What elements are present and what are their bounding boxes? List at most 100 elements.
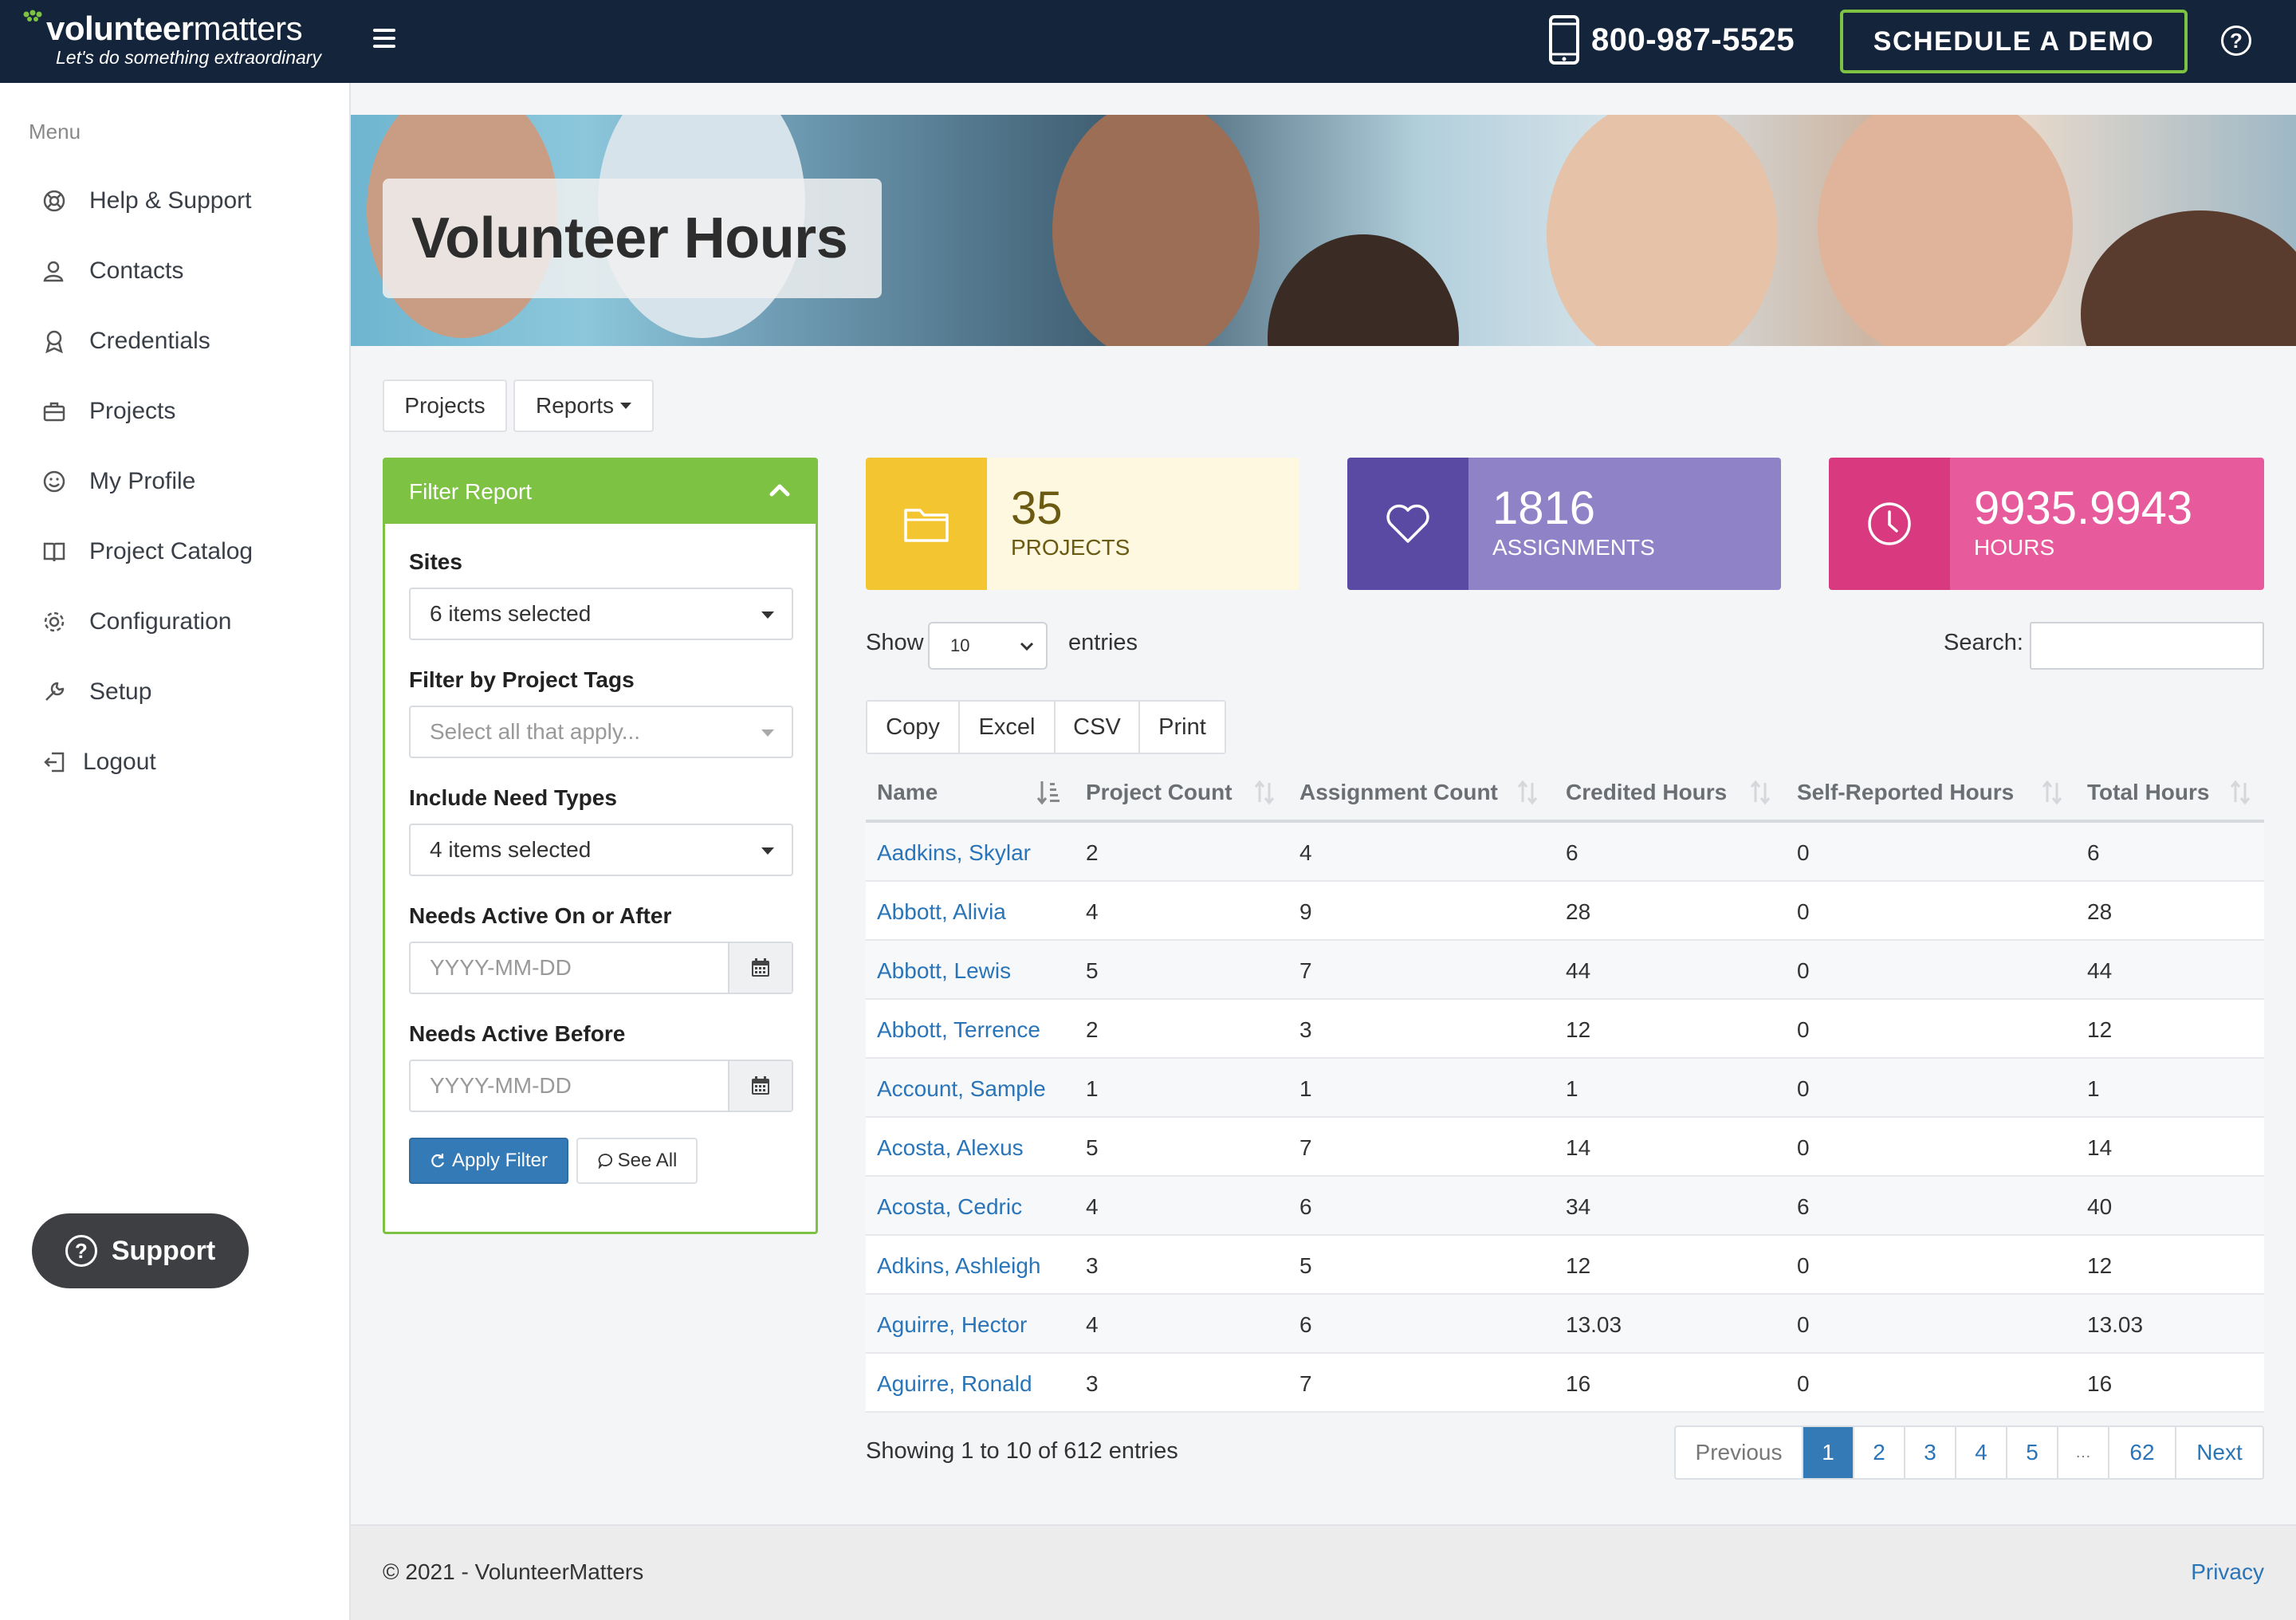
volunteer-name-link[interactable]: Abbott, Terrence [877,1017,1040,1043]
column-header-credited-hours[interactable]: Credited Hours [1566,780,1727,805]
privacy-link[interactable]: Privacy [2191,1559,2264,1585]
self-reported-hours-cell: 0 [1797,1253,1810,1278]
active-before-date-field [409,1060,793,1112]
sidebar-item-label: My Profile [89,468,196,494]
tab-reports[interactable]: Reports [513,379,654,432]
calendar-icon[interactable] [728,1061,792,1111]
banner-photo-person [2081,210,2296,346]
csv-button[interactable]: CSV [1056,702,1140,753]
sidebar-item-label: Configuration [89,608,232,635]
sidebar-item-setup[interactable]: Setup [40,668,151,716]
assignment-count-cell: 7 [1299,1135,1312,1160]
sort-icon[interactable] [2041,780,2063,805]
logo[interactable]: volunteermatters Let's do something extr… [22,10,321,69]
volunteer-name-link[interactable]: Aguirre, Ronald [877,1371,1032,1397]
page-button-2[interactable]: 2 [1854,1427,1905,1478]
volunteer-name-link[interactable]: Acosta, Cedric [877,1194,1022,1220]
sites-select[interactable]: 6 items selected [409,588,793,640]
credited-hours-cell: 12 [1566,1253,1591,1278]
sidebar-item-project-catalog[interactable]: Project Catalog [40,528,253,576]
show-label: Show [866,630,924,655]
refresh-icon [431,1154,445,1168]
sort-icon[interactable] [1516,780,1539,805]
previous-page-button[interactable]: Previous [1676,1427,1803,1478]
sidebar-item-logout[interactable]: Logout [40,738,156,786]
page-button-1[interactable]: 1 [1803,1427,1854,1478]
next-page-button[interactable]: Next [2176,1427,2263,1478]
copyright-text: © 2021 - VolunteerMatters [383,1559,644,1584]
column-header-assignment-count[interactable]: Assignment Count [1299,780,1498,805]
phone-contact[interactable]: 800-987-5525 [1548,14,1795,65]
sort-icon[interactable] [2229,780,2251,805]
sort-icon[interactable] [1749,780,1771,805]
credited-hours-cell: 14 [1566,1135,1591,1160]
copy-button[interactable]: Copy [867,702,960,753]
chevron-down-icon [1020,642,1034,651]
sidebar-item-contacts[interactable]: Contacts [40,247,183,295]
print-button[interactable]: Print [1140,702,1225,753]
sidebar-item-help-support[interactable]: Help & Support [40,177,251,225]
page-button-62[interactable]: 62 [2109,1427,2176,1478]
filter-panel-header[interactable]: Filter Report [385,460,816,524]
project-count-cell: 1 [1086,1076,1099,1101]
excel-button[interactable]: Excel [960,702,1056,753]
active-before-input[interactable] [411,1061,729,1111]
calendar-icon[interactable] [728,943,792,993]
volunteer-name-link[interactable]: Aguirre, Hector [877,1312,1027,1338]
sidebar-item-configuration[interactable]: Configuration [40,598,231,646]
footer: © 2021 - VolunteerMatters Privacy [351,1524,2296,1620]
support-button[interactable]: ? Support [32,1213,249,1288]
chevron-up-icon[interactable] [769,482,790,497]
active-after-input[interactable] [411,943,729,993]
sidebar-item-credentials[interactable]: Credentials [40,317,210,365]
column-header-name[interactable]: Name [877,780,938,805]
total-hours-cell: 28 [2087,899,2113,924]
page-button-4[interactable]: 4 [1956,1427,2007,1478]
need-types-select[interactable]: 4 items selected [409,824,793,876]
page-button-3[interactable]: 3 [1905,1427,1956,1478]
page-button-5[interactable]: 5 [2007,1427,2058,1478]
tab-projects[interactable]: Projects [383,379,507,432]
table-row: Aguirre, Hector 4 6 13.03 0 13.03 [866,1295,2264,1354]
self-reported-hours-cell: 0 [1797,840,1810,865]
see-all-button[interactable]: See All [576,1138,698,1184]
schedule-demo-button[interactable]: SCHEDULE A DEMO [1840,10,2188,73]
search-input[interactable] [2030,622,2264,670]
search-label: Search: [1944,630,2023,655]
assignment-count-cell: 3 [1299,1017,1312,1042]
volunteer-name-link[interactable]: Abbott, Lewis [877,958,1011,984]
table-body: Aadkins, Skylar 2 4 6 0 6 Abbott, Alivia… [866,823,2264,1413]
assignments-count: 1816 [1492,482,1596,534]
sort-icon[interactable] [1253,780,1276,805]
volunteer-name-link[interactable]: Account, Sample [877,1076,1046,1102]
sidebar-item-my-profile[interactable]: My Profile [40,458,195,505]
hamburger-menu-icon[interactable] [373,29,395,49]
column-header-total-hours[interactable]: Total Hours [2087,780,2209,805]
heart-icon [1347,458,1468,590]
active-after-date-field [409,942,793,994]
page-title: Volunteer Hours [411,206,848,270]
sidebar-item-label: Logout [83,749,156,775]
assignment-count-cell: 9 [1299,899,1312,924]
column-header-project-count[interactable]: Project Count [1086,780,1233,805]
volunteer-name-link[interactable]: Aadkins, Skylar [877,840,1031,866]
page-size-select[interactable]: 10 [928,622,1048,670]
volunteer-name-link[interactable]: Acosta, Alexus [877,1135,1024,1161]
sort-ascending-icon[interactable] [1036,780,1060,805]
contacts-icon [40,257,69,285]
stat-card-projects: 35 PROJECTS [866,458,1299,590]
table-row: Acosta, Alexus 5 7 14 0 14 [866,1118,2264,1177]
assignments-label: ASSIGNMENTS [1492,535,1655,560]
sidebar-item-projects[interactable]: Projects [40,387,175,435]
credited-hours-cell: 1 [1566,1076,1578,1101]
stat-card-hours: 9935.9943 HOURS [1829,458,2264,590]
volunteer-name-link[interactable]: Abbott, Alivia [877,899,1006,925]
help-icon[interactable]: ? [2221,26,2251,56]
total-hours-cell: 6 [2087,840,2100,865]
apply-filter-button[interactable]: Apply Filter [409,1138,568,1184]
assignment-count-cell: 5 [1299,1253,1312,1278]
column-header-self-reported-hours[interactable]: Self-Reported Hours [1797,780,2014,805]
volunteer-name-link[interactable]: Adkins, Ashleigh [877,1253,1040,1279]
hours-count: 9935.9943 [1974,482,2193,534]
project-tags-select[interactable]: Select all that apply... [409,706,793,758]
